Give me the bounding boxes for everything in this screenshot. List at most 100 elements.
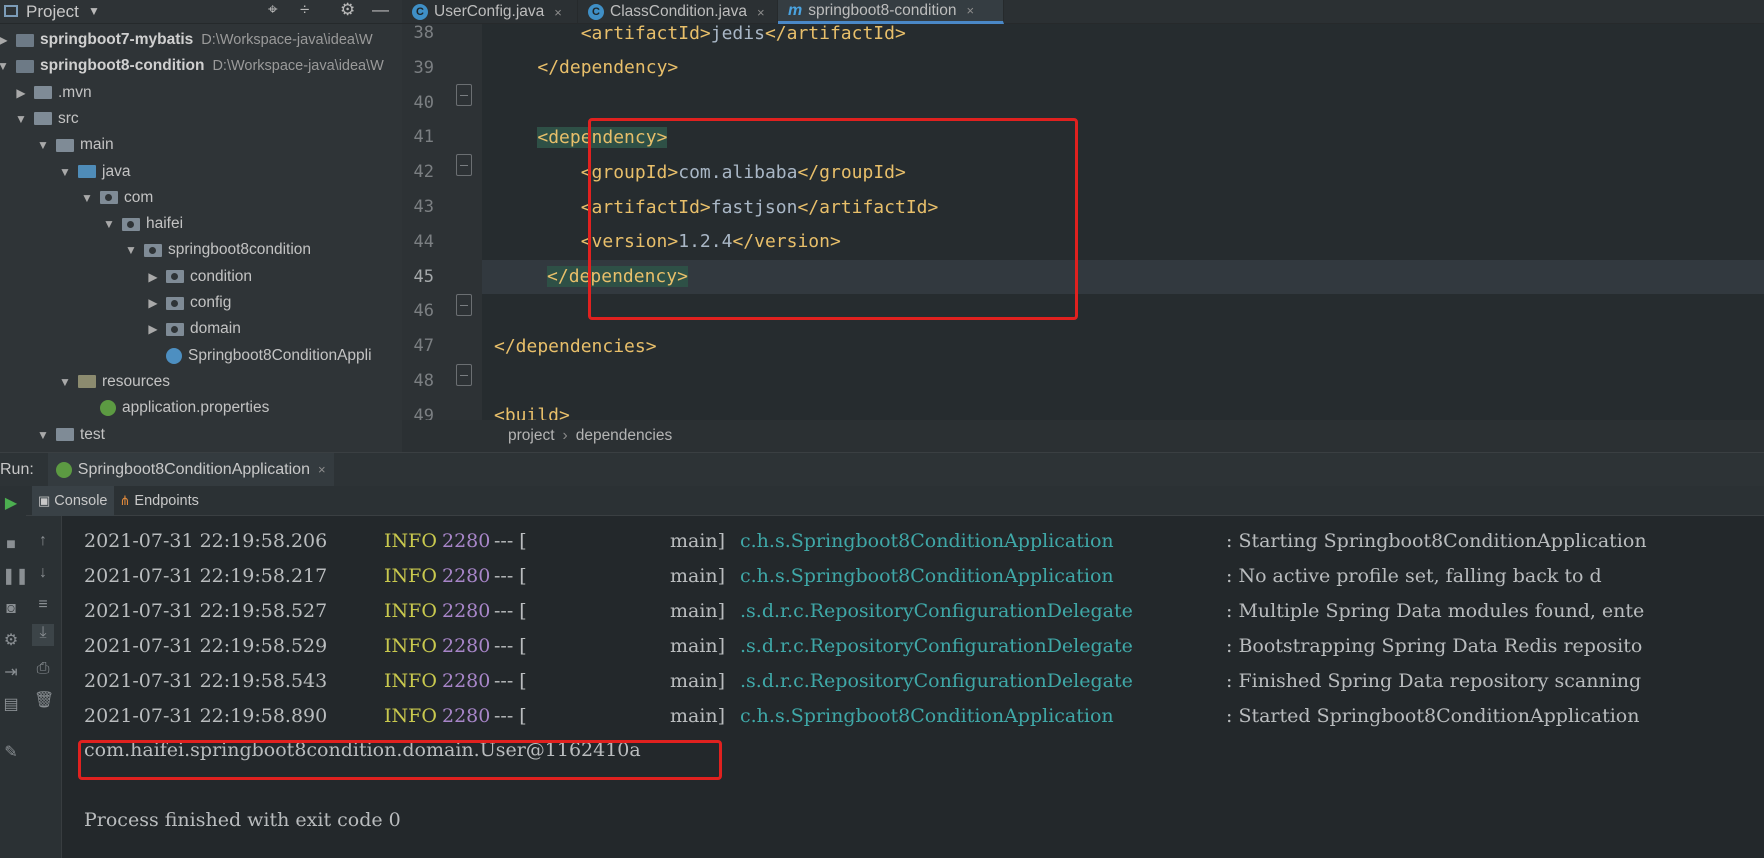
tree-item[interactable]: ▼ springboot8-condition D:\Workspace-java\… (0, 53, 384, 79)
exit-icon[interactable]: ⇥ (2, 664, 20, 682)
log-class: c.h.s.Springboot8ConditionApplication (740, 530, 1114, 552)
tree-item[interactable]: ▼ main (36, 132, 114, 158)
print-icon[interactable]: ⎙ (34, 660, 52, 678)
arrow-up-icon[interactable]: ↑ (34, 532, 52, 550)
chevron-down-icon[interactable]: ▼ (36, 428, 50, 442)
log-line: 2021-07-31 22:19:58.543 INFO 2280 --- [main… (84, 664, 1641, 698)
tree-item[interactable]: ▼ haifei (102, 211, 183, 237)
tree-item-label: Springboot8ConditionAppli (188, 346, 372, 364)
tree-item-label: haifei (146, 215, 184, 233)
log-level: INFO (384, 669, 437, 692)
breadcrumb-project[interactable]: project (508, 427, 555, 445)
log-line: 2021-07-31 22:19:58.206 INFO 2280 --- [main… (84, 524, 1647, 558)
close-icon[interactable]: × (757, 5, 765, 20)
arrow-down-icon[interactable]: ↓ (34, 564, 52, 582)
console-output[interactable]: 2021-07-31 22:19:58.206 INFO 2280 --- [main… (62, 516, 1764, 858)
code-line[interactable]: <build> (494, 399, 570, 420)
chevron-down-icon[interactable]: ▼ (124, 243, 138, 257)
hide-icon[interactable]: — (372, 0, 389, 20)
pause-icon[interactable]: ❚❚ (2, 568, 29, 586)
pin-icon[interactable]: ✎ (2, 744, 20, 762)
log-thread: main] (670, 564, 726, 587)
log-pid: 2280 (442, 634, 491, 657)
close-icon[interactable]: × (318, 462, 326, 477)
tab-console[interactable]: ▣ Console (32, 485, 114, 516)
close-icon[interactable]: × (554, 5, 562, 20)
line-number: 47 (413, 336, 434, 357)
layout-icon[interactable]: ▤ (2, 696, 20, 714)
module-folder-icon (16, 59, 34, 73)
line-number: 39 (413, 57, 434, 78)
tree-item[interactable]: ▶ .mvn (14, 80, 91, 106)
code-line[interactable]: </dependencies> (494, 329, 657, 363)
chevron-down-icon[interactable]: ▼ (102, 217, 116, 231)
stop-icon[interactable]: ■ (2, 536, 20, 554)
log-timestamp: 2021-07-31 22:19:58.206 (84, 530, 328, 552)
chevron-right-icon[interactable]: ▶ (146, 296, 160, 310)
tree-item-label: application.properties (122, 399, 270, 417)
tree-item[interactable]: ▶ springboot7-mybatis D:\Workspace-java\id… (0, 27, 373, 53)
tree-item-label: condition (190, 267, 253, 285)
code-line[interactable]: </dependency> (494, 51, 678, 85)
chevron-right-icon[interactable]: ▶ (0, 33, 10, 47)
tree-item[interactable]: ▼ java (58, 159, 130, 185)
tree-item[interactable]: ▼ com (80, 185, 153, 211)
rerun-icon[interactable]: ▶ (2, 495, 20, 513)
chevron-down-icon[interactable]: ▼ (58, 375, 72, 389)
log-level: INFO (384, 634, 437, 657)
soft-wrap-icon[interactable]: ≡ (34, 596, 52, 614)
chevron-down-icon[interactable]: ▼ (88, 4, 100, 18)
chevron-right-icon[interactable]: ▶ (146, 270, 160, 284)
log-message: : Multiple Spring Data modules found, en… (1226, 599, 1645, 622)
settings-icon[interactable]: ⚙ (2, 632, 20, 650)
tab-pom[interactable]: m springboot8-condition × (778, 0, 1004, 24)
chevron-down-icon[interactable]: ▼ (80, 191, 94, 205)
breadcrumb-dependencies[interactable]: dependencies (576, 427, 673, 445)
code-line[interactable]: <artifactId> jedis </artifactId> (494, 24, 906, 50)
chevron-right-icon[interactable]: ▶ (146, 322, 160, 336)
log-pid: 2280 (442, 599, 491, 622)
tree-item-label: src (58, 109, 79, 127)
tree-item[interactable]: ▶ domain (146, 316, 240, 342)
run-config-tab[interactable]: Springboot8ConditionApplication × (47, 452, 334, 487)
log-pid: 2280 (442, 669, 491, 692)
editor-gutter: 38 39 40 41 42 43 44 45 46 47 48 49 (402, 23, 482, 426)
tab-endpoints[interactable]: ⋔ Endpoints (114, 486, 205, 516)
tab-classcondition[interactable]: C ClassCondition.java × (578, 0, 778, 24)
gear-icon[interactable]: ⚙ (340, 0, 355, 20)
chevron-down-icon[interactable]: ▼ (58, 165, 72, 179)
locate-icon[interactable]: ⌖ (268, 0, 278, 20)
tree-item[interactable]: Springboot8ConditionAppli (146, 343, 372, 369)
fold-marker-icon[interactable] (456, 154, 472, 176)
tree-item[interactable]: ▶ condition (146, 264, 252, 290)
fold-marker-icon[interactable] (456, 364, 472, 386)
chevron-down-icon[interactable]: ▼ (0, 59, 10, 73)
tree-item[interactable]: ▼ src (14, 106, 79, 132)
close-icon[interactable]: × (966, 3, 974, 18)
maven-icon: m (788, 1, 803, 19)
line-number: 41 (413, 127, 434, 148)
tree-item-label: resources (102, 372, 171, 390)
tree-item[interactable]: ▶ config (146, 290, 231, 316)
collapse-icon[interactable]: ÷ (300, 0, 309, 20)
chevron-right-icon[interactable]: ▶ (14, 86, 28, 100)
fold-marker-icon[interactable] (456, 294, 472, 316)
tab-userconfig[interactable]: C UserConfig.java × (402, 0, 578, 24)
tree-item[interactable]: ▼ resources (58, 369, 170, 395)
project-title[interactable]: Project (26, 2, 79, 22)
trash-icon[interactable]: 🗑 (34, 692, 54, 710)
log-line: 2021-07-31 22:19:58.217 INFO 2280 --- [main… (84, 559, 1602, 593)
tree-item[interactable]: ▼ springboot8condition (124, 237, 311, 263)
folder-icon (34, 112, 52, 126)
chevron-down-icon[interactable]: ▼ (36, 138, 50, 152)
project-view-icon[interactable] (4, 5, 18, 17)
tree-item[interactable]: ▼ test (36, 422, 105, 448)
tree-item[interactable]: application.properties (80, 395, 269, 421)
chevron-down-icon[interactable]: ▼ (14, 112, 28, 126)
log-level: INFO (384, 564, 437, 587)
log-level: INFO (384, 530, 437, 552)
scroll-to-end-icon[interactable]: ⤓ (32, 624, 54, 646)
fold-marker-icon[interactable] (456, 84, 472, 106)
camera-icon[interactable]: ◙ (2, 600, 20, 618)
package-folder-icon (122, 217, 140, 231)
